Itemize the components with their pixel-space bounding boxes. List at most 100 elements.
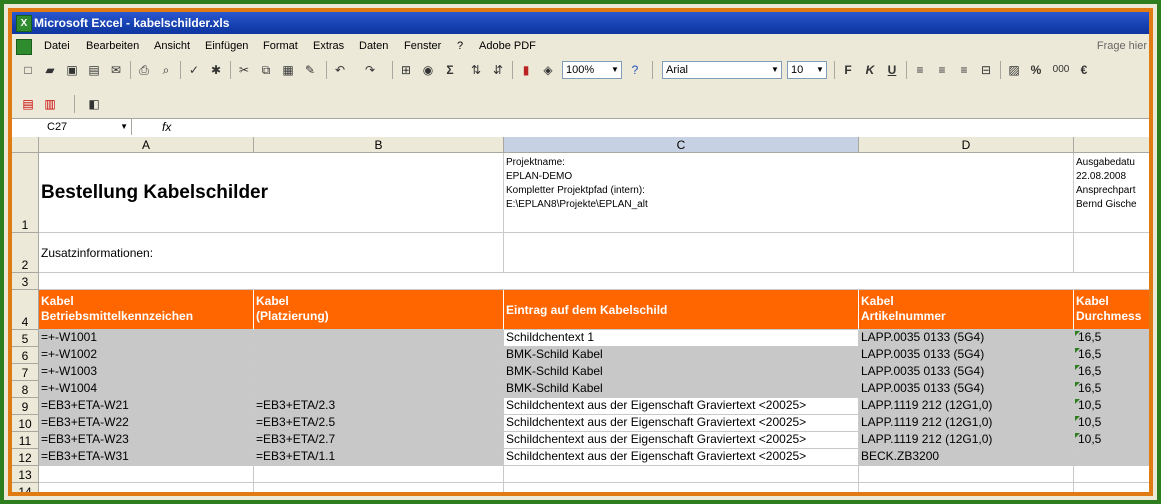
row-header[interactable]: 7: [12, 364, 39, 381]
header-cell-c[interactable]: Eintrag auf dem Kabelschild: [504, 290, 859, 330]
column-header-e[interactable]: [1074, 137, 1149, 153]
open-icon[interactable]: ▰: [42, 62, 58, 78]
table-row-cell[interactable]: =EB3+ETA-W23: [39, 432, 254, 449]
fx-icon[interactable]: fx: [162, 119, 171, 135]
row-header[interactable]: 9: [12, 398, 39, 415]
table-row-cell[interactable]: LAPP.1119 212 (12G1,0): [859, 415, 1074, 432]
row-header[interactable]: 11: [12, 432, 39, 449]
email-icon[interactable]: ✉: [108, 62, 124, 78]
table-row-cell[interactable]: Schildchentext 1: [504, 330, 859, 347]
cell[interactable]: [1074, 233, 1149, 273]
ask-question-box[interactable]: Frage hier: [1097, 36, 1147, 56]
percent-button[interactable]: %: [1028, 62, 1044, 78]
table-row-cell[interactable]: =EB3+ETA-W31: [39, 449, 254, 466]
zoom-combo[interactable]: 100% ▼: [562, 61, 622, 79]
align-center-icon[interactable]: ≡: [934, 62, 950, 78]
cell[interactable]: [39, 483, 254, 492]
excel-app-icon[interactable]: X: [16, 15, 32, 32]
euro-button[interactable]: €: [1076, 62, 1092, 78]
select-all-corner[interactable]: [12, 137, 39, 153]
table-row-cell[interactable]: =EB3+ETA/2.3: [254, 398, 504, 415]
cell-title[interactable]: Bestellung Kabelschilder: [39, 153, 504, 233]
table-row-cell[interactable]: Schildchentext aus der Eigenschaft Gravi…: [504, 415, 859, 432]
worksheet-grid[interactable]: A B C D 1 2 3 4 5 6 7 8 9 10 11 12 13 14…: [12, 137, 1149, 492]
italic-button[interactable]: K: [862, 62, 878, 78]
row-header[interactable]: 2: [12, 233, 39, 273]
table-row-cell[interactable]: Schildchentext aus der Eigenschaft Gravi…: [504, 449, 859, 466]
name-box[interactable]: C27 ▼: [12, 119, 132, 135]
cell[interactable]: [1074, 483, 1149, 492]
currency-icon[interactable]: ▨: [1006, 62, 1022, 78]
column-header-b[interactable]: B: [254, 137, 504, 153]
chevron-down-icon[interactable]: ▼: [609, 62, 621, 78]
table-row-cell[interactable]: BMK-Schild Kabel: [504, 347, 859, 364]
pdf-email-icon[interactable]: ▥: [42, 96, 58, 112]
table-row-cell[interactable]: BMK-Schild Kabel: [504, 381, 859, 398]
web-icon[interactable]: ◉: [420, 62, 436, 78]
table-row-cell[interactable]: =+-W1002: [39, 347, 254, 364]
paste-icon[interactable]: ▦: [280, 62, 296, 78]
table-row-cell[interactable]: BMK-Schild Kabel: [504, 364, 859, 381]
column-header-c[interactable]: C: [504, 137, 859, 153]
header-cell-d[interactable]: Kabel Artikelnummer: [859, 290, 1074, 330]
table-row-cell[interactable]: [254, 381, 504, 398]
copy-icon[interactable]: ⧉: [258, 62, 274, 78]
table-row-cell[interactable]: 10,5: [1074, 415, 1149, 432]
menu-extras[interactable]: Extras: [313, 36, 344, 56]
bold-button[interactable]: F: [840, 62, 856, 78]
row-header[interactable]: 10: [12, 415, 39, 432]
cell[interactable]: [254, 466, 504, 483]
pdf-create-icon[interactable]: ▤: [20, 96, 36, 112]
cell-project-info[interactable]: Projektname: EPLAN-DEMO Kompletter Proje…: [504, 153, 1074, 233]
cell[interactable]: [39, 466, 254, 483]
table-row-cell[interactable]: =+-W1004: [39, 381, 254, 398]
menu-daten[interactable]: Daten: [359, 36, 388, 56]
row-header[interactable]: 3: [12, 273, 39, 290]
cell-zusatz[interactable]: Zusatzinformationen:: [39, 233, 504, 273]
row-header[interactable]: 5: [12, 330, 39, 347]
table-row-cell[interactable]: [254, 364, 504, 381]
table-row-cell[interactable]: =EB3+ETA/2.7: [254, 432, 504, 449]
cell-issue-info[interactable]: Ausgabedatu 22.08.2008 Ansprechpart Bern…: [1074, 153, 1149, 233]
header-cell-b[interactable]: Kabel (Platzierung): [254, 290, 504, 330]
row-header[interactable]: 1: [12, 153, 39, 233]
format-painter-icon[interactable]: ✎: [302, 62, 318, 78]
menu-bearbeiten[interactable]: Bearbeiten: [86, 36, 139, 56]
cell[interactable]: [39, 273, 1149, 290]
menu-datei[interactable]: Datei: [44, 36, 70, 56]
cell[interactable]: [254, 483, 504, 492]
spelling-icon[interactable]: ✓: [186, 62, 202, 78]
table-row-cell[interactable]: =+-W1003: [39, 364, 254, 381]
font-size-combo[interactable]: 10 ▼: [787, 61, 827, 79]
menu-format[interactable]: Format: [263, 36, 298, 56]
row-header[interactable]: 4: [12, 290, 39, 330]
table-row-cell[interactable]: LAPP.1119 212 (12G1,0): [859, 398, 1074, 415]
table-row-cell[interactable]: LAPP.0035 0133 (5G4): [859, 364, 1074, 381]
merge-center-icon[interactable]: ⊟: [978, 62, 994, 78]
table-row-cell[interactable]: 10,5: [1074, 398, 1149, 415]
print-icon[interactable]: ⎙: [136, 62, 152, 78]
sort-descending-icon[interactable]: ⇵: [490, 62, 506, 78]
help-icon[interactable]: ?: [627, 62, 643, 78]
row-header[interactable]: 8: [12, 381, 39, 398]
autosum-icon[interactable]: Σ: [442, 62, 458, 78]
table-row-cell[interactable]: LAPP.0035 0133 (5G4): [859, 330, 1074, 347]
cell[interactable]: [1074, 466, 1149, 483]
row-header[interactable]: 6: [12, 347, 39, 364]
thousands-button[interactable]: 000: [1050, 62, 1072, 78]
chevron-down-icon[interactable]: ▼: [814, 62, 826, 78]
table-row-cell[interactable]: 16,5: [1074, 381, 1149, 398]
row-header[interactable]: 14: [12, 483, 39, 492]
table-row-cell[interactable]: [254, 347, 504, 364]
undo-icon[interactable]: ↶: [332, 62, 348, 78]
header-cell-a[interactable]: Kabel Betriebsmittelkennzeichen: [39, 290, 254, 330]
chevron-down-icon[interactable]: ▼: [769, 62, 781, 78]
addin-icon[interactable]: ◧: [86, 96, 102, 112]
menu-help[interactable]: ?: [457, 36, 463, 56]
chart-wizard-icon[interactable]: ▮: [518, 62, 534, 78]
permission-icon[interactable]: ▤: [86, 62, 102, 78]
column-header-a[interactable]: A: [39, 137, 254, 153]
table-row-cell[interactable]: 10,5: [1074, 432, 1149, 449]
row-header[interactable]: 12: [12, 449, 39, 466]
table-row-cell[interactable]: Schildchentext aus der Eigenschaft Gravi…: [504, 398, 859, 415]
